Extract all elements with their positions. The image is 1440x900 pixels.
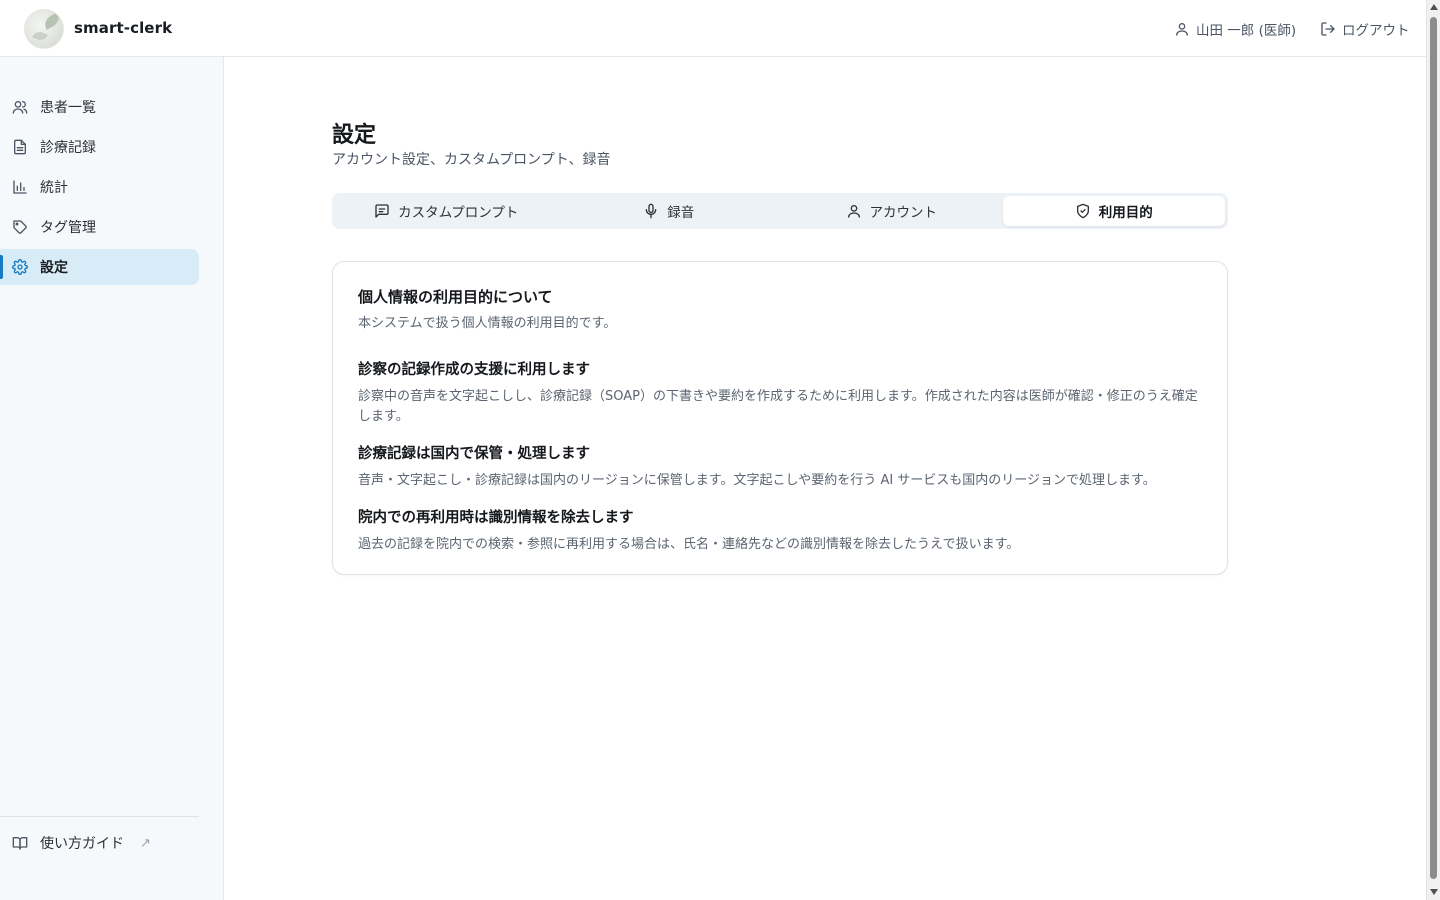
page-subtitle: アカウント設定、カスタムプロンプト、録音 [332,152,611,168]
tab-label: カスタムプロンプト [398,205,519,221]
external-link-icon: ↗ [140,835,151,851]
purpose-body: 診察中の音声を文字起こしし、診療記録（SOAP）の下書きや要約を作成するために利… [358,389,1198,424]
current-user-label: 山田 一郎 (医師) [1196,23,1297,39]
page-title: 設定 [332,123,377,148]
app-logo[interactable] [24,9,64,49]
user-icon [1174,21,1190,37]
tab-custom-prompt[interactable]: カスタムプロンプト [335,196,558,226]
sidebar-item-records[interactable]: 診療記録 [0,129,199,165]
tab-account[interactable]: アカウント [780,196,1003,226]
logout-button[interactable]: ログアウト [1320,19,1410,39]
tag-icon [12,219,28,235]
vertical-scrollbar[interactable] [1426,0,1440,900]
sidebar-item-label: 診療記録 [40,140,96,156]
sidebar-item-label: 統計 [40,180,68,196]
tab-label: アカウント [869,205,938,221]
book-open-icon [12,835,28,851]
logo-leaf-shape [32,29,48,43]
scroll-thumb[interactable] [1430,17,1437,879]
scroll-up-arrow-icon[interactable] [1430,4,1438,10]
user-icon [846,203,862,219]
current-user: 山田 一郎 (医師) [1174,19,1296,39]
tab-recording[interactable]: 録音 [558,196,781,226]
settings-tabs: カスタムプロンプト 録音 アカウント 利用目的 [332,193,1228,229]
purpose-section: 診療記録は国内で保管・処理します 音声・文字起こし・診療記録は国内のリージョンに… [358,442,1198,491]
tab-label: 録音 [667,205,695,221]
bar-chart-icon [12,179,28,195]
message-square-icon [374,203,390,219]
purpose-section: 診察の記録作成の支援に利用します 診察中の音声を文字起こしし、診療記録（SOAP… [358,358,1198,427]
usage-guide-link[interactable]: 使い方ガイド ↗ [12,833,151,853]
top-bar: smart-clerk 山田 一郎 (医師) ログアウト [0,0,1426,57]
document-icon [12,139,28,155]
privacy-purpose-card: 個人情報の利用目的について 本システムで扱う個人情報の利用目的です。 診察の記録… [332,261,1228,575]
sidebar-divider [0,816,199,817]
sidebar-item-stats[interactable]: 統計 [0,169,199,205]
purpose-heading: 診療記録は国内で保管・処理します [358,446,590,462]
sidebar: 患者一覧 診療記録 統計 タグ管理 設定 使い方ガイド ↗ [0,57,224,900]
users-icon [12,99,28,115]
purpose-body: 過去の記録を院内での検索・参照に再利用する場合は、氏名・連絡先などの識別情報を除… [358,537,1020,552]
microphone-icon [643,203,659,219]
sidebar-item-label: 患者一覧 [40,100,96,116]
usage-guide-label: 使い方ガイド [40,836,124,852]
sidebar-item-label: 設定 [40,260,68,276]
card-title: 個人情報の利用目的について [358,288,553,306]
shield-check-icon [1075,203,1091,219]
main-content: 設定 アカウント設定、カスタムプロンプト、録音 カスタムプロンプト 録音 アカウ… [224,57,1426,900]
sidebar-item-tags[interactable]: タグ管理 [0,209,199,245]
logout-icon [1320,21,1336,37]
purpose-section: 院内での再利用時は識別情報を除去します 過去の記録を院内での検索・参照に再利用す… [358,506,1198,555]
tab-label: 利用目的 [1098,205,1153,221]
scroll-down-arrow-icon[interactable] [1430,889,1438,895]
purpose-body: 音声・文字起こし・診療記録は国内のリージョンに保管します。文字起こしや要約を行う… [358,473,1156,488]
tab-purpose-of-use[interactable]: 利用目的 [1002,196,1225,226]
gear-icon [12,259,28,275]
sidebar-item-settings[interactable]: 設定 [0,249,199,285]
app-name: smart-clerk [74,19,173,37]
purpose-heading: 診察の記録作成の支援に利用します [358,362,590,378]
sidebar-item-patients[interactable]: 患者一覧 [0,89,199,125]
card-description: 本システムで扱う個人情報の利用目的です。 [358,316,617,331]
logo-leaf-shape [41,12,63,30]
sidebar-item-label: タグ管理 [40,220,96,236]
logout-label: ログアウト [1342,23,1410,39]
purpose-heading: 院内での再利用時は識別情報を除去します [358,510,634,526]
